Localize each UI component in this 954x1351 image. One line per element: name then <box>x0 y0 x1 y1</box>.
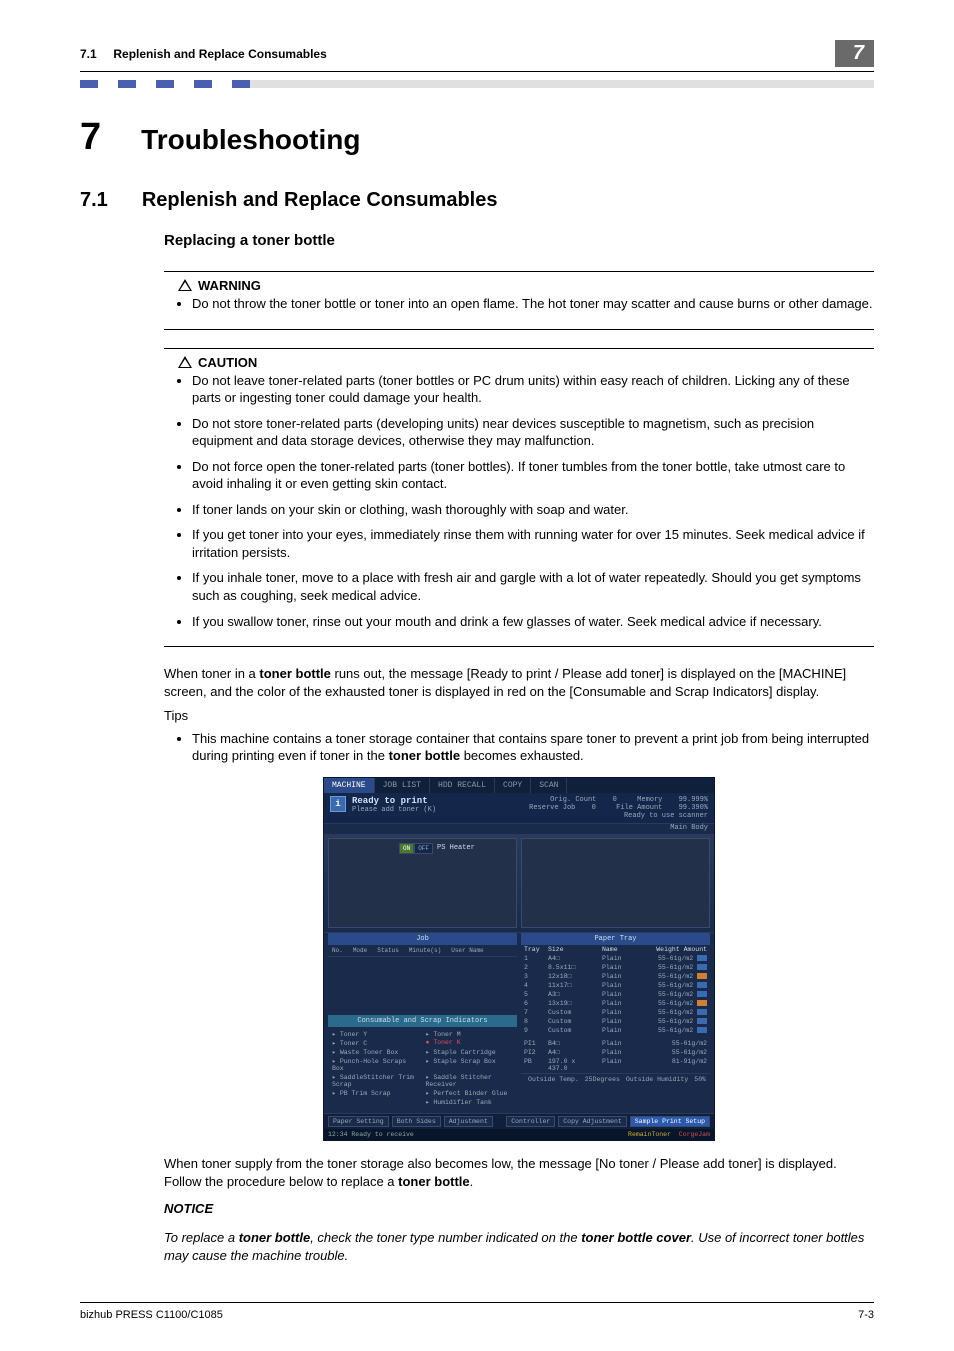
warning-box: WARNING Do not throw the toner bottle or… <box>164 271 874 330</box>
tray-panel-header: Paper Tray <box>521 933 710 945</box>
page-footer: bizhub PRESS C1100/C1085 7-3 <box>80 1302 874 1321</box>
section-heading: 7.1 Replenish and Replace Consumables <box>80 189 874 212</box>
caution-icon <box>178 356 192 369</box>
caution-item: Do not force open the toner-related part… <box>192 458 874 493</box>
caution-item: If you inhale toner, move to a place wit… <box>192 569 874 604</box>
screen-status-bar: 12:34 Ready to receive RemainToner Corge… <box>324 1129 714 1140</box>
screen-tabs: MACHINE JOB LIST HDD RECALL COPY SCAN <box>324 778 714 793</box>
caution-item: If toner lands on your skin or clothing,… <box>192 501 874 519</box>
caution-item: Do not store toner-related parts (develo… <box>192 415 874 450</box>
tab-hddrecall[interactable]: HDD RECALL <box>430 778 495 793</box>
decorative-stripe <box>80 80 874 88</box>
paper-setting-button[interactable]: Paper Setting <box>328 1116 389 1127</box>
tips-label: Tips <box>164 707 874 725</box>
ready-status: i Ready to print Please add toner (K) <box>330 796 436 814</box>
main-body-label: Main Body <box>670 824 708 832</box>
warning-label: WARNING <box>198 278 261 293</box>
tab-scan[interactable]: SCAN <box>531 778 567 793</box>
machine-screen: MACHINE JOB LIST HDD RECALL COPY SCAN i … <box>323 777 715 1141</box>
tip-item: This machine contains a toner storage co… <box>192 730 874 765</box>
caution-label: CAUTION <box>198 355 257 370</box>
footer-page: 7-3 <box>858 1309 874 1321</box>
job-columns: No.ModeStatusMinute(s)User Name <box>328 945 517 957</box>
notice-body: To replace a toner bottle, check the ton… <box>164 1229 874 1265</box>
warning-icon <box>178 279 192 292</box>
heater-off-button[interactable]: OFF <box>414 843 433 854</box>
job-panel-header: Job <box>328 933 517 945</box>
machine-diagram-right <box>521 838 710 928</box>
caution-item: If you get toner into your eyes, immedia… <box>192 526 874 561</box>
caution-box: CAUTION Do not leave toner-related parts… <box>164 348 874 648</box>
machine-diagram-left: ON OFF PS Heater <box>328 838 517 928</box>
controller-button[interactable]: Controller <box>506 1116 555 1127</box>
info-icon: i <box>330 796 346 812</box>
chapter-title: Troubleshooting <box>141 124 360 156</box>
header-section-name: Replenish and Replace Consumables <box>113 47 326 61</box>
caution-item: Do not leave toner-related parts (toner … <box>192 372 874 407</box>
tab-copy[interactable]: COPY <box>495 778 531 793</box>
chapter-badge: 7 <box>835 40 874 67</box>
consumables-header: Consumable and Scrap Indicators <box>328 1015 517 1027</box>
body-para-1: When toner in a toner bottle runs out, t… <box>164 665 874 701</box>
chapter-heading: 7 Troubleshooting <box>80 116 874 159</box>
section-number: 7.1 <box>80 189 108 212</box>
sample-print-button[interactable]: Sample Print Setup <box>630 1116 710 1127</box>
caution-item: If you swallow toner, rinse out your mou… <box>192 613 874 631</box>
notice-heading: NOTICE <box>164 1201 874 1216</box>
subheading: Replacing a toner bottle <box>164 232 874 249</box>
environment-readout: Outside Temp.25Degrees Outside Humidity5… <box>521 1073 710 1085</box>
tab-joblist[interactable]: JOB LIST <box>375 778 430 793</box>
header-section-ref: 7.1 <box>80 47 97 61</box>
ps-heater: ON OFF PS Heater <box>399 843 475 854</box>
screen-meta: Orig. Count 0 Memory 99.999% Reserve Job… <box>529 796 708 820</box>
footer-model: bizhub PRESS C1100/C1085 <box>80 1309 223 1321</box>
warning-item: Do not throw the toner bottle or toner i… <box>192 295 874 313</box>
page-header: 7.1 Replenish and Replace Consumables 7 <box>80 40 874 72</box>
consumables-grid: ▸ Toner Y▸ Toner M ▸ Toner C● Toner K ▸ … <box>328 1027 517 1109</box>
tray-table: TraySizeNameWeight Amount 1A4□Plain55-61… <box>521 945 710 1073</box>
chapter-number: 7 <box>80 116 101 159</box>
both-sides-button[interactable]: Both Sides <box>392 1116 441 1127</box>
section-title: Replenish and Replace Consumables <box>142 189 498 212</box>
adjustment-button[interactable]: Adjustment <box>444 1116 493 1127</box>
heater-on-button[interactable]: ON <box>399 843 414 854</box>
copy-adjustment-button[interactable]: Copy Adjustment <box>558 1116 627 1127</box>
body-para-2: When toner supply from the toner storage… <box>164 1155 874 1191</box>
tab-machine[interactable]: MACHINE <box>324 778 375 793</box>
